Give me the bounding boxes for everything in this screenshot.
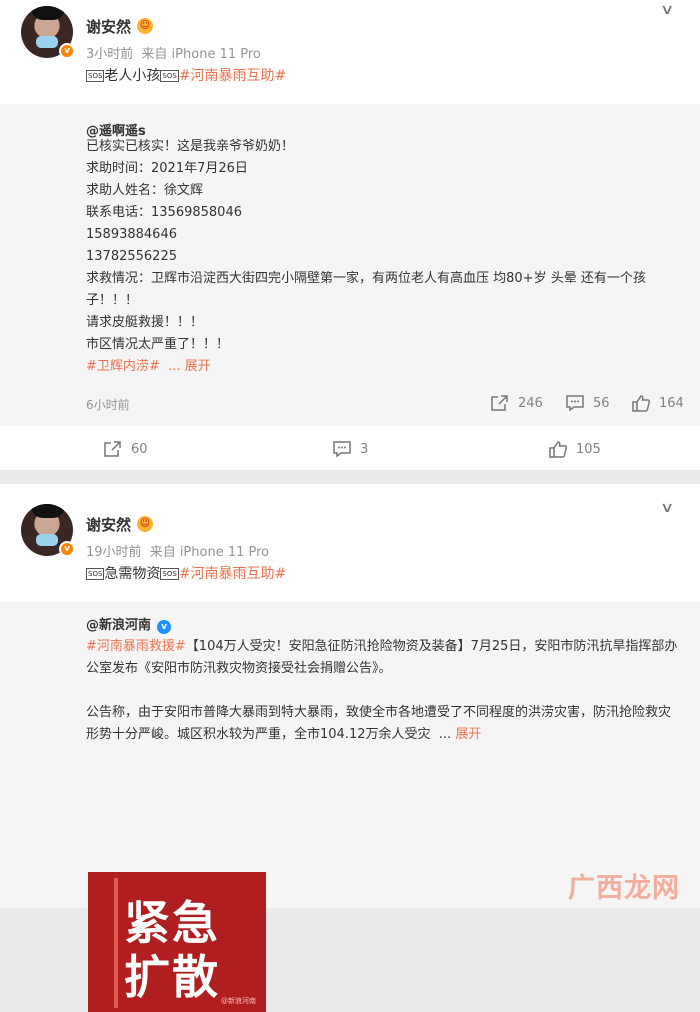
comment-count[interactable]: 56 [565, 394, 610, 412]
repost-line: 求救情况：卫辉市沿淀西大街四完小隔壁第一家，有两位老人有高血压 均80+岁 头晕… [86, 271, 646, 286]
medal-icon[interactable]: ☺ [137, 516, 153, 532]
post-time[interactable]: 3小时前 [86, 47, 133, 62]
like-button[interactable]: 105 [548, 440, 601, 458]
post-time[interactable]: 19小时前 [86, 545, 142, 560]
post-meta: 19小时前 来自 iPhone 11 Pro [86, 541, 269, 560]
poster-watermark: @新浪河南 [221, 997, 256, 1005]
repost-line: 形势十分严峻。城区积水较为严重，全市104.12万余人受灾 ... 展开 [86, 724, 686, 746]
sos-emoji-icon: SOS [86, 70, 105, 82]
post-meta: 3小时前 来自 iPhone 11 Pro [86, 43, 261, 62]
repost-button[interactable]: 60 [103, 440, 148, 458]
repost-icon [104, 441, 121, 457]
blue-verified-icon: v [157, 620, 172, 634]
repost-author-name[interactable]: @新浪河南 [86, 618, 151, 633]
comment-icon [566, 395, 584, 412]
reposted-content[interactable]: @新浪河南 v #河南暴雨救援#【104万人受灾！安阳急征防汛抢险物资及装备】7月… [0, 602, 700, 1012]
hashtag-link[interactable]: #河南暴雨互助# [179, 68, 286, 84]
like-button-count: 105 [576, 441, 601, 457]
hashtag-link[interactable]: #河南暴雨互助# [179, 566, 286, 582]
repost-blank-line [86, 680, 686, 702]
site-watermark: 广西龙网 [568, 873, 680, 904]
thumbs-up-icon [632, 395, 651, 412]
thumbs-up-icon [549, 441, 568, 458]
repost-line: 请求皮艇救援！！！ [86, 315, 204, 330]
repost-line-text: 形势十分严峻。城区积水较为严重，全市104.12万余人受灾 [86, 727, 431, 742]
repost-line: 求助时间：2021年7月26日 [86, 161, 248, 176]
repost-line: #河南暴雨救援#【104万人受灾！安阳急征防汛抢险物资及装备】7月25日，安阳市… [86, 636, 686, 658]
post-source: 来自 iPhone 11 Pro [141, 47, 261, 62]
repost-line: 13782556225 [86, 249, 177, 264]
hashtag-link[interactable]: #河南暴雨救援# [86, 639, 186, 654]
sos-emoji-icon: SOS [160, 568, 179, 580]
comment-icon [333, 441, 351, 458]
username[interactable]: 谢安然 [86, 514, 131, 535]
repost-tag-line: #卫辉内涝# ... 展开 [86, 356, 686, 378]
verified-badge-icon: v [59, 541, 75, 557]
repost-icon [491, 395, 508, 411]
expand-link[interactable]: 展开 [455, 727, 481, 742]
repost-line-text: 【104万人受灾！安阳急征防汛抢险物资及装备】7月25日，安阳市防汛抗旱指挥部办 [185, 639, 678, 654]
repost-line: 求助人姓名：徐文辉 [86, 183, 204, 198]
sos-emoji-icon: SOS [160, 70, 179, 82]
repost-line: 子！！！ [86, 293, 139, 308]
repost-line: 市区情况太严重了！！！ [86, 337, 230, 352]
post-text: SOS 老人小孩 SOS #河南暴雨互助# [86, 65, 286, 85]
hashtag-link[interactable]: #卫辉内涝# [86, 359, 160, 374]
repost-line: 联系电话：13569858046 [86, 205, 242, 220]
comment-button-count: 3 [360, 441, 369, 457]
repost-time[interactable]: 6小时前 [86, 396, 130, 413]
reposted-content[interactable]: @遥啊遥s 已核实已核实！这是我亲爷爷奶奶！ 求助时间：2021年7月26日 求… [0, 104, 700, 426]
repost-line: 公室发布《安阳市防汛救灾物资接受社会捐赠公告》。 [86, 661, 392, 676]
verified-badge-icon: v [59, 43, 75, 59]
post-source: 来自 iPhone 11 Pro [149, 545, 270, 560]
weibo-post-1: v 谢安然 ☺ 3小时前 来自 iPhone 11 Pro ∨ SOS 老人小孩 S… [0, 0, 700, 470]
repost-line: 公告称，由于安阳市普降大暴雨到特大暴雨，致使全市各地遭受了不同程度的洪涝灾害，防… [86, 705, 672, 720]
chevron-down-icon[interactable]: ∨ [660, 500, 674, 516]
repost-body: #河南暴雨救援#【104万人受灾！安阳急征防汛抢险物资及装备】7月25日，安阳市… [86, 636, 686, 746]
repost-body: 已核实已核实！这是我亲爷爷奶奶！ 求助时间：2021年7月26日 求助人姓名：徐… [86, 136, 686, 378]
repost-count[interactable]: 246 [490, 394, 543, 412]
comment-button[interactable]: 3 [332, 440, 368, 458]
ellipsis: ... [438, 727, 452, 742]
post-text-body: 急需物资 [104, 566, 161, 582]
like-count[interactable]: 164 [631, 394, 684, 412]
poster-text: 紧急扩散 [124, 896, 220, 1004]
username[interactable]: 谢安然 [86, 16, 131, 37]
chevron-down-icon[interactable]: ∨ [660, 2, 674, 18]
post-image[interactable]: 紧急扩散 @新浪河南 [88, 872, 266, 1012]
repost-line: 15893884646 [86, 227, 177, 242]
comment-count-value: 56 [593, 395, 610, 411]
post-text-body: 老人小孩 [104, 68, 161, 84]
repost-button-count: 60 [131, 441, 148, 457]
repost-author[interactable]: @新浪河南 v [86, 614, 172, 634]
expand-link[interactable]: ... 展开 [168, 359, 211, 374]
sos-emoji-icon: SOS [86, 568, 105, 580]
post-text: SOS 急需物资 SOS #河南暴雨互助# [86, 563, 286, 583]
medal-icon[interactable]: ☺ [137, 18, 153, 34]
repost-line: 已核实已核实！这是我亲爷爷奶奶！ [86, 139, 295, 154]
like-count-value: 164 [659, 395, 684, 411]
repost-count-value: 246 [518, 395, 543, 411]
weibo-post-2: v 谢安然 ☺ 19小时前 来自 iPhone 11 Pro ∨ SOS 急需物资… [0, 484, 700, 1012]
